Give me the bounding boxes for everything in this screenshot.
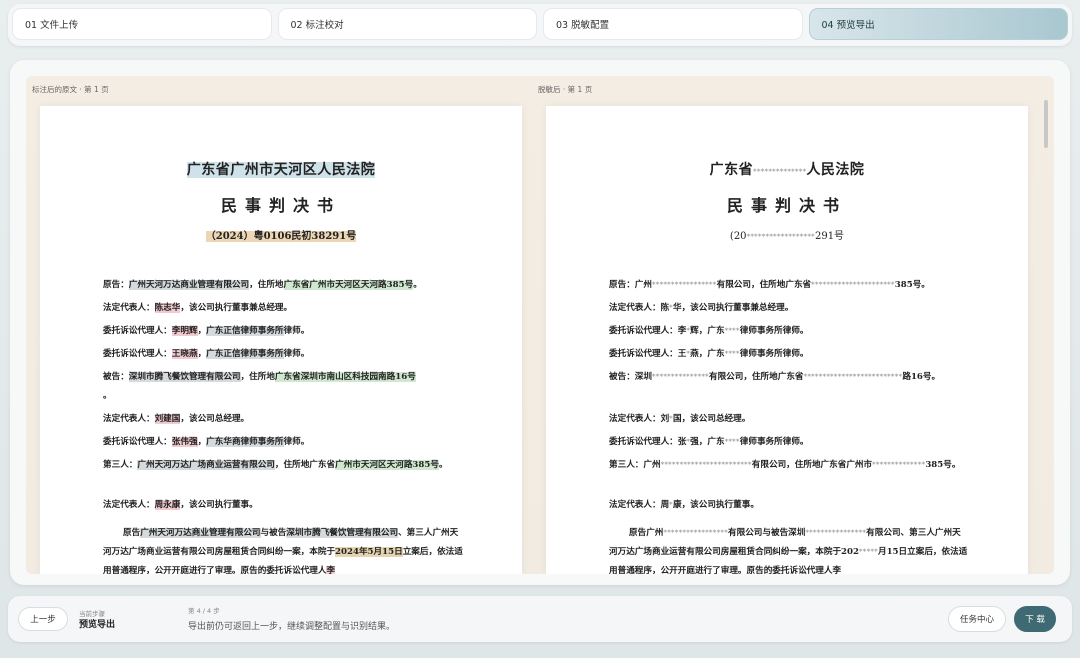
prev-step-button[interactable]: 上一步 bbox=[18, 607, 68, 631]
plaintiff-representative: 法定代表人：陈志华，该公司执行董事兼总经理。 bbox=[103, 303, 293, 313]
doc-title-redacted: 民事判决书 bbox=[726, 196, 847, 215]
main-panel: 标注后的原文 · 第 1 页 脱敏后 · 第 1 页 广东省广州市天河区人民法院… bbox=[10, 60, 1070, 585]
third-party-representative-redacted: 法定代表人：周*康，该公司执行董事。 bbox=[609, 500, 759, 510]
scrollbar[interactable] bbox=[1044, 100, 1048, 148]
party-plaintiff: 原告：广州天河万达商业管理有限公司，住所地广东省广州市天河区天河路385号。 bbox=[103, 280, 422, 290]
party-third-redacted: 第三人：广州************************有限公司，住所地广东… bbox=[609, 460, 961, 470]
third-party-representative: 法定代表人：周永康，该公司执行董事。 bbox=[103, 500, 258, 510]
task-center-button[interactable]: 任务中心 bbox=[948, 606, 1006, 632]
plaintiff-agent-1-redacted: 委托诉讼代理人：李*辉，广东****律师事务所律师。 bbox=[609, 326, 809, 336]
defendant-representative-redacted: 法定代表人：刘*国，该公司总经理。 bbox=[609, 414, 751, 424]
plaintiff-representative-redacted: 法定代表人：陈*华，该公司执行董事兼总经理。 bbox=[609, 303, 794, 313]
case-body-redacted: 原告广州*****************有限公司与被告深圳**********… bbox=[609, 528, 968, 574]
step-upload[interactable]: 01 文件上传 bbox=[12, 8, 272, 40]
original-page: 广东省广州市天河区人民法院 民事判决书 （2024）粤0106民初38291号 … bbox=[40, 106, 522, 574]
party-defendant-redacted: 被告：深圳***************有限公司，住所地广东省*********… bbox=[609, 372, 941, 382]
export-hint: 导出前仍可返回上一步，继续调整配置与识别结果。 bbox=[188, 622, 396, 632]
defendant-agent-redacted: 委托诉讼代理人：张*强，广东****律师事务所律师。 bbox=[609, 437, 809, 447]
redacted-page: 广东省**************人民法院 民事判决书 (20*********… bbox=[546, 106, 1028, 574]
court-name-redacted: 广东省**************人民法院 bbox=[709, 162, 865, 178]
defendant-agent: 委托诉讼代理人：张伟强，广东华商律师事务所律师。 bbox=[103, 437, 310, 447]
plaintiff-agent-2: 委托诉讼代理人：王晓燕，广东正信律师事务所律师。 bbox=[103, 349, 310, 359]
step-count: 第 4 / 4 步 bbox=[188, 607, 220, 615]
case-number-redacted: (20******************291号 bbox=[729, 231, 845, 242]
step-preview-export[interactable]: 04 预览导出 bbox=[808, 8, 1068, 40]
case-body: 原告广州天河万达商业管理有限公司与被告深圳市腾飞餐饮管理有限公司、第三人广州天河… bbox=[103, 528, 463, 574]
bottom-bar: 上一步 当前步骤 预览导出 第 4 / 4 步 导出前仍可返回上一步，继续调整配… bbox=[8, 596, 1072, 642]
defendant-representative: 法定代表人：刘建国，该公司总经理。 bbox=[103, 414, 250, 424]
party-plaintiff-redacted: 原告：广州*****************有限公司，住所地广东省*******… bbox=[609, 280, 930, 290]
court-name: 广东省广州市天河区人民法院 bbox=[186, 162, 376, 178]
case-number: （2024）粤0106民初38291号 bbox=[205, 231, 357, 242]
plaintiff-agent-1: 委托诉讼代理人：李明辉，广东正信律师事务所律师。 bbox=[103, 326, 310, 336]
current-step-name: 预览导出 bbox=[79, 620, 116, 630]
right-pane-label: 脱敏后 · 第 1 页 bbox=[538, 85, 593, 94]
party-third: 第三人：广州天河万达广场商业运营有限公司，住所地广东省广州市天河区天河路385号… bbox=[103, 460, 448, 470]
stepper: 01 文件上传 02 标注校对 03 脱敏配置 04 预览导出 bbox=[8, 4, 1072, 46]
left-pane-label: 标注后的原文 · 第 1 页 bbox=[32, 85, 109, 94]
download-button[interactable]: 下 载 bbox=[1014, 606, 1056, 632]
document-viewer[interactable]: 标注后的原文 · 第 1 页 脱敏后 · 第 1 页 广东省广州市天河区人民法院… bbox=[26, 76, 1054, 574]
doc-title: 民事判决书 bbox=[220, 196, 341, 215]
plaintiff-agent-2-redacted: 委托诉讼代理人：王*燕，广东****律师事务所律师。 bbox=[609, 349, 809, 359]
party-defendant: 被告：深圳市腾飞餐饮管理有限公司，住所地广东省深圳市南山区科技园南路16号。 bbox=[103, 372, 416, 401]
step-annotate[interactable]: 02 标注校对 bbox=[277, 8, 537, 40]
step-desensitize-config[interactable]: 03 脱敏配置 bbox=[543, 8, 803, 40]
